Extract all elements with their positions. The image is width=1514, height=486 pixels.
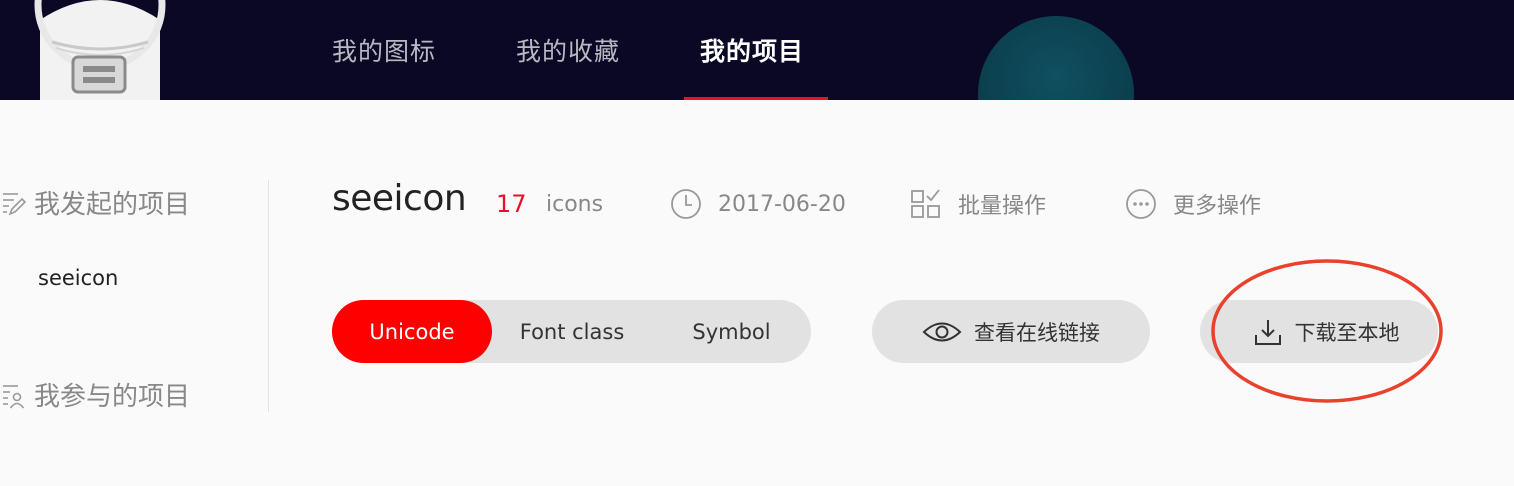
sidebar-group-label: 我发起的项目	[34, 190, 191, 220]
more-operations-button[interactable]: 更多操作	[1125, 188, 1261, 220]
astronaut-mascot-icon	[34, 0, 166, 100]
tab-my-projects[interactable]: 我的项目	[700, 32, 804, 68]
batch-operation-label: 批量操作	[958, 194, 1047, 219]
project-title: seeicon	[332, 178, 467, 219]
tab-my-icons[interactable]: 我的图标	[332, 32, 436, 68]
download-icon	[1254, 319, 1281, 345]
clock-icon	[671, 189, 701, 219]
tab-symbol[interactable]: Symbol	[652, 300, 811, 363]
icon-count-unit: icons	[546, 192, 604, 217]
sidebar-group-participated[interactable]: 我参与的项目	[0, 376, 190, 413]
view-online-link-button[interactable]: 查看在线链接	[872, 300, 1150, 363]
tab-unicode[interactable]: Unicode	[332, 300, 492, 363]
icon-count: 17	[496, 190, 527, 218]
code-type-switch: Unicode Font class Symbol	[332, 300, 811, 363]
sidebar-divider	[268, 180, 269, 412]
batch-operation-button[interactable]: 批量操作	[910, 188, 1046, 220]
eye-icon	[922, 322, 962, 341]
project-date-text: 2017-06-20	[718, 191, 846, 217]
tab-font-class[interactable]: Font class	[492, 300, 652, 363]
user-list-icon	[3, 384, 25, 408]
more-operations-label: 更多操作	[1173, 194, 1262, 219]
tab-my-favorites[interactable]: 我的收藏	[516, 32, 620, 68]
view-online-link-label: 查看在线链接	[974, 320, 1100, 345]
download-local-button[interactable]: 下载至本地	[1200, 300, 1438, 363]
more-dots-icon	[1126, 189, 1156, 219]
project-date: 2017-06-20	[670, 188, 846, 220]
sidebar-group-initiated[interactable]: 我发起的项目	[0, 184, 190, 221]
edit-list-icon	[3, 192, 26, 215]
decorative-planet	[978, 16, 1134, 100]
download-local-label: 下载至本地	[1294, 320, 1400, 345]
sidebar-group-label: 我参与的项目	[34, 382, 191, 412]
top-header: 我的图标 我的收藏 我的项目	[0, 0, 1514, 100]
grid-select-icon	[911, 189, 940, 218]
sidebar-item-seeicon[interactable]: seeicon	[38, 266, 118, 290]
active-tab-underline	[684, 97, 828, 100]
